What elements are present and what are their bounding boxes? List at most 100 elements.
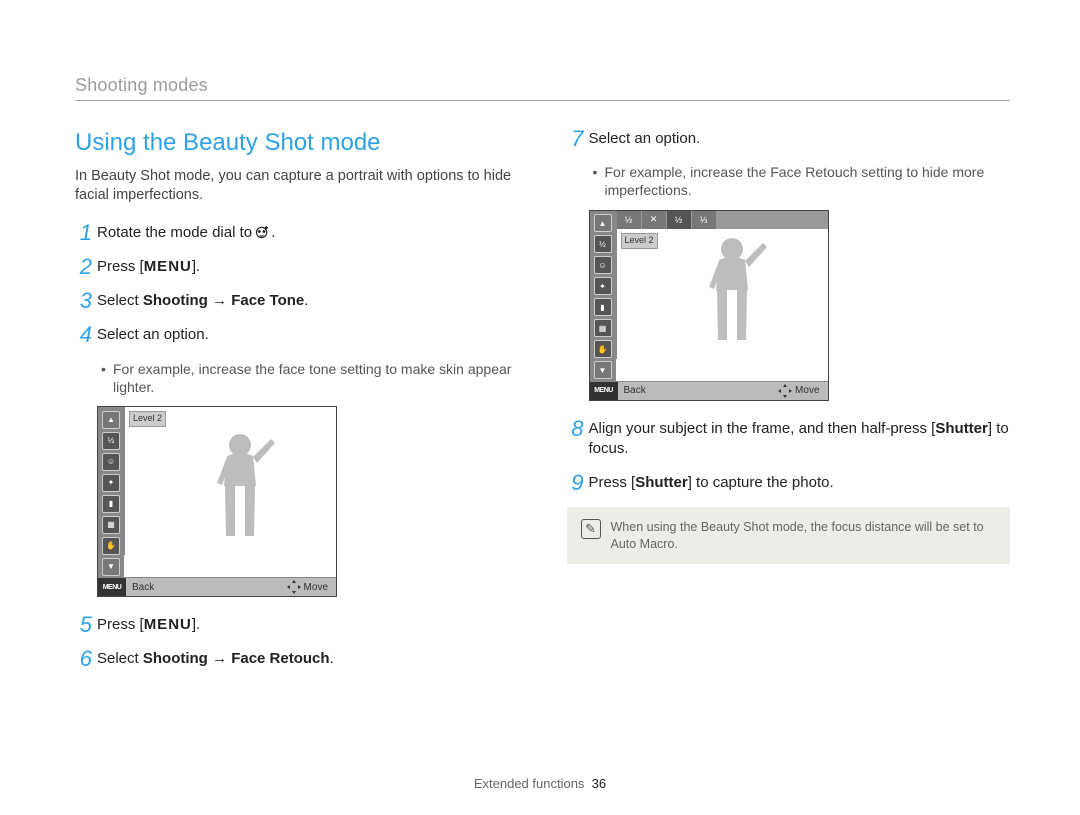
intro-text: In Beauty Shot mode, you can capture a p…: [75, 167, 519, 205]
resolution-icon: ▦: [594, 319, 612, 337]
step-2: 2 Press [MENU].: [75, 257, 519, 277]
step-text-end: ] to capture the photo.: [688, 474, 834, 491]
step-7: 7 Select an option.: [567, 129, 1011, 149]
resolution-icon: ▦: [102, 516, 120, 534]
step-text-end: ].: [192, 258, 200, 275]
scroll-down-icon: ▼: [594, 361, 612, 379]
step-6: 6 Select Shooting → Face Retouch.: [75, 649, 519, 669]
manual-page: Shooting modes Using the Beauty Shot mod…: [0, 0, 1080, 815]
level-2-tab: ½: [667, 211, 691, 229]
page-number: 36: [592, 776, 606, 791]
stabilizer-icon: ✋: [102, 537, 120, 555]
step-number: 4: [70, 320, 92, 350]
step-text-end: .: [330, 650, 334, 667]
note-box: ✎ When using the Beauty Shot mode, the f…: [567, 507, 1011, 564]
step-number: 6: [70, 644, 92, 674]
menu-label: MENU: [144, 616, 192, 633]
face-tone-level-icon: ½: [102, 432, 120, 450]
step-text: Press [: [97, 616, 144, 633]
step-number: 7: [562, 124, 584, 154]
move-label: Move: [304, 582, 336, 593]
face-retouch-level-icon: ½: [594, 235, 612, 253]
camera-preview-face-tone: ▲ ½ ☺ ✦ ▮ ▦ ✋ ▼ Level 2: [97, 406, 337, 597]
right-column: 7 Select an option. For example, increas…: [567, 129, 1011, 684]
step-text-end: .: [304, 292, 308, 309]
level-1-tab: ✕: [642, 211, 666, 229]
step-4: 4 Select an option.: [75, 325, 519, 345]
face-detect-icon: ☺: [102, 453, 120, 471]
menu-path-shooting: Shooting: [143, 650, 208, 667]
step-4-bullet: For example, increase the face tone sett…: [75, 360, 519, 396]
shutter-label: Shutter: [635, 474, 688, 491]
page-title: Using the Beauty Shot mode: [75, 129, 519, 157]
camera-top-area: ▲ ½ ☺ ✦ ▮ ▦ ✋ ▼ Level 2: [98, 407, 336, 577]
menu-back-icon: MENU: [98, 578, 126, 596]
metering-icon: ▮: [102, 495, 120, 513]
subject-silhouette-icon: [205, 429, 275, 549]
step-3: 3 Select Shooting → Face Tone.: [75, 291, 519, 311]
move-label: Move: [795, 385, 827, 396]
note-icon: ✎: [581, 519, 601, 539]
level-indicator: Level 2: [621, 233, 658, 249]
camera-side-icons: ▲ ½ ☺ ✦ ▮ ▦ ✋ ▼: [98, 407, 124, 577]
menu-path-face-retouch: Face Retouch: [231, 650, 329, 667]
menu-label: MENU: [144, 258, 192, 275]
subject-silhouette-icon: [697, 233, 767, 353]
shutter-label: Shutter: [935, 420, 988, 437]
step-text: Select an option.: [589, 130, 701, 147]
two-column-layout: Using the Beauty Shot mode In Beauty Sho…: [75, 129, 1010, 684]
menu-path-shooting: Shooting: [143, 292, 208, 309]
camera-top-area: ▲ ½ ☺ ✦ ▮ ▦ ✋ ▼ ½ ✕ ½ ⅓: [590, 211, 828, 381]
scroll-up-icon: ▲: [594, 214, 612, 232]
step-text-end: .: [271, 224, 275, 241]
camera-side-icons: ▲ ½ ☺ ✦ ▮ ▦ ✋ ▼: [590, 211, 616, 381]
step-text-end: ].: [192, 616, 200, 633]
camera-bottom-bar: MENU Back Move: [98, 577, 336, 596]
step-text: Rotate the mode dial to: [97, 224, 256, 241]
stabilizer-icon: ✋: [594, 340, 612, 358]
level-3-tab: ⅓: [692, 211, 716, 229]
section-header: Shooting modes: [75, 75, 1010, 101]
footer-label: Extended functions: [474, 776, 585, 791]
page-footer: Extended functions 36: [0, 776, 1080, 791]
camera-viewport: Level 2: [124, 407, 336, 555]
step-text: Press [: [589, 474, 636, 491]
back-label: Back: [618, 385, 779, 396]
step-text: Align your subject in the frame, and the…: [589, 420, 936, 437]
scroll-up-icon: ▲: [102, 411, 120, 429]
left-column: Using the Beauty Shot mode In Beauty Sho…: [75, 129, 519, 684]
step-number: 5: [70, 610, 92, 640]
retouch-level-tabs: ½ ✕ ½ ⅓: [617, 211, 828, 229]
level-indicator: Level 2: [129, 411, 166, 427]
step-5: 5 Press [MENU].: [75, 615, 519, 635]
metering-icon: ▮: [594, 298, 612, 316]
scroll-down-icon: ▼: [102, 558, 120, 576]
step-number: 2: [70, 252, 92, 282]
step-text: Select an option.: [97, 326, 209, 343]
step-number: 8: [562, 414, 584, 444]
back-label: Back: [126, 582, 287, 593]
beauty-shot-mode-icon: [256, 224, 271, 239]
level-0-tab: ½: [617, 211, 641, 229]
face-detect-icon: ☺: [594, 256, 612, 274]
camera-bottom-bar: MENU Back Move: [590, 381, 828, 400]
note-text: When using the Beauty Shot mode, the foc…: [611, 519, 997, 552]
step-text: Select: [97, 292, 143, 309]
step-8: 8 Align your subject in the frame, and t…: [567, 419, 1011, 460]
camera-preview-face-retouch: ▲ ½ ☺ ✦ ▮ ▦ ✋ ▼ ½ ✕ ½ ⅓: [589, 210, 829, 401]
flash-icon: ✦: [594, 277, 612, 295]
step-number: 1: [70, 218, 92, 248]
step-text: Press [: [97, 258, 144, 275]
step-7-bullet: For example, increase the Face Retouch s…: [567, 163, 1011, 199]
step-text: Select: [97, 650, 143, 667]
step-9: 9 Press [Shutter] to capture the photo.: [567, 473, 1011, 493]
menu-path-face-tone: Face Tone: [231, 292, 304, 309]
move-dpad-icon: [287, 580, 301, 594]
move-dpad-icon: [778, 384, 792, 398]
step-number: 3: [70, 286, 92, 316]
arrow-icon: →: [208, 292, 231, 309]
arrow-icon: →: [208, 650, 231, 667]
step-1: 1 Rotate the mode dial to .: [75, 223, 519, 243]
camera-viewport: ½ ✕ ½ ⅓ Level 2: [616, 211, 828, 359]
step-number: 9: [562, 468, 584, 498]
